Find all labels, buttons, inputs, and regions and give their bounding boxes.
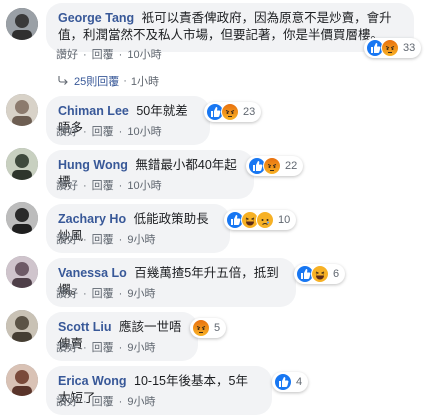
- separator-dot: ·: [118, 342, 123, 354]
- reply-link[interactable]: 回覆: [92, 342, 114, 354]
- comment-actions: 讚好 · 回覆 · 9小時: [56, 231, 155, 247]
- commenter-name[interactable]: Scott Liu: [58, 320, 111, 334]
- commenter-name[interactable]: Zachary Ho: [58, 212, 126, 226]
- timestamp[interactable]: 9小時: [127, 234, 155, 246]
- person-photo-icon: [6, 202, 38, 234]
- like-reaction-icon: [274, 373, 292, 391]
- avatar[interactable]: [6, 148, 38, 180]
- comment-actions: 讚好 · 回覆 · 9小時: [56, 339, 155, 355]
- commenter-name[interactable]: Erica Wong: [58, 374, 127, 388]
- separator-dot: ·: [118, 49, 123, 61]
- reply-link[interactable]: 回覆: [92, 180, 114, 192]
- comment-text-continued: 值，利潤當然不及私人市場，但要記著，你是半價買層樓。: [58, 28, 384, 42]
- reaction-count: 10: [278, 214, 291, 226]
- comment-actions: 讚好 · 回覆 · 10小時: [56, 46, 162, 62]
- reaction-summary[interactable]: 5: [190, 318, 227, 338]
- avatar[interactable]: [6, 94, 38, 126]
- separator-dot: ·: [118, 396, 123, 408]
- separator-dot: ·: [83, 396, 87, 408]
- reaction-summary[interactable]: 10: [224, 210, 297, 230]
- person-photo-icon: [6, 94, 38, 126]
- timestamp[interactable]: 10小時: [127, 49, 161, 61]
- avatar[interactable]: [6, 8, 38, 40]
- angry-reaction-icon: [221, 103, 239, 121]
- avatar[interactable]: [6, 256, 38, 288]
- like-link[interactable]: 讚好: [56, 49, 78, 61]
- reaction-summary[interactable]: 23: [204, 102, 262, 122]
- view-replies-link[interactable]: 25則回覆 · 1小時: [58, 73, 159, 89]
- avatar[interactable]: [6, 310, 38, 342]
- reply-link[interactable]: 回覆: [92, 234, 114, 246]
- replies-count[interactable]: 25則回覆: [74, 73, 119, 89]
- timestamp[interactable]: 10小時: [127, 126, 161, 138]
- sad-reaction-icon: [256, 211, 274, 229]
- avatar[interactable]: [6, 364, 38, 396]
- like-link[interactable]: 讚好: [56, 288, 78, 300]
- reaction-count: 23: [243, 106, 256, 118]
- person-photo-icon: [6, 8, 38, 40]
- like-link[interactable]: 讚好: [56, 396, 78, 408]
- timestamp[interactable]: 9小時: [127, 288, 155, 300]
- timestamp[interactable]: 9小時: [127, 342, 155, 354]
- timestamp[interactable]: 10小時: [127, 180, 161, 192]
- reply-arrow-icon: [58, 75, 68, 88]
- comment-actions: 讚好 · 回覆 · 10小時: [56, 177, 162, 193]
- reply-link[interactable]: 回覆: [92, 126, 114, 138]
- reaction-count: 4: [296, 376, 303, 388]
- haha-reaction-icon: [311, 265, 329, 283]
- separator-dot: ·: [118, 126, 123, 138]
- replies-sep: ·: [123, 75, 127, 87]
- angry-reaction-icon: [192, 319, 210, 337]
- separator-dot: ·: [83, 288, 87, 300]
- person-photo-icon: [6, 256, 38, 288]
- separator-dot: ·: [118, 180, 123, 192]
- commenter-name[interactable]: Vanessa Lo: [58, 266, 127, 280]
- separator-dot: ·: [118, 234, 123, 246]
- reaction-count: 33: [403, 42, 416, 54]
- comment-actions: 讚好 · 回覆 · 10小時: [56, 123, 162, 139]
- angry-reaction-icon: [381, 39, 399, 57]
- reply-link[interactable]: 回覆: [92, 396, 114, 408]
- separator-dot: ·: [83, 234, 87, 246]
- reply-link[interactable]: 回覆: [92, 49, 114, 61]
- comment-text: 衹可以責香俾政府，因為原意不是炒賣，會升: [141, 11, 392, 25]
- reaction-summary[interactable]: 22: [246, 156, 304, 176]
- comment-actions: 讚好 · 回覆 · 9小時: [56, 285, 155, 301]
- reaction-count: 22: [285, 160, 298, 172]
- separator-dot: ·: [83, 342, 87, 354]
- person-photo-icon: [6, 364, 38, 396]
- separator-dot: ·: [83, 49, 87, 61]
- like-link[interactable]: 讚好: [56, 234, 78, 246]
- separator-dot: ·: [83, 126, 87, 138]
- comment-bubble: George Tang 衹可以責香俾政府，因為原意不是炒賣，會升 值，利潤當然不…: [46, 3, 414, 52]
- commenter-name[interactable]: George Tang: [58, 11, 134, 25]
- reaction-count: 5: [214, 322, 221, 334]
- reaction-summary[interactable]: 6: [294, 264, 346, 284]
- reply-link[interactable]: 回覆: [92, 288, 114, 300]
- commenter-name[interactable]: Chiman Lee: [58, 104, 129, 118]
- comment-actions: 讚好 · 回覆 · 9小時: [56, 393, 155, 409]
- reaction-summary[interactable]: 4: [272, 372, 309, 392]
- avatar[interactable]: [6, 202, 38, 234]
- angry-reaction-icon: [263, 157, 281, 175]
- person-photo-icon: [6, 310, 38, 342]
- separator-dot: ·: [83, 180, 87, 192]
- person-photo-icon: [6, 148, 38, 180]
- like-link[interactable]: 讚好: [56, 180, 78, 192]
- replies-time: 1小時: [130, 76, 160, 88]
- reaction-count: 6: [333, 268, 340, 280]
- separator-dot: ·: [118, 288, 123, 300]
- timestamp[interactable]: 9小時: [127, 396, 155, 408]
- like-link[interactable]: 讚好: [56, 342, 78, 354]
- reaction-summary[interactable]: 33: [364, 38, 422, 58]
- like-link[interactable]: 讚好: [56, 126, 78, 138]
- commenter-name[interactable]: Hung Wong: [58, 158, 128, 172]
